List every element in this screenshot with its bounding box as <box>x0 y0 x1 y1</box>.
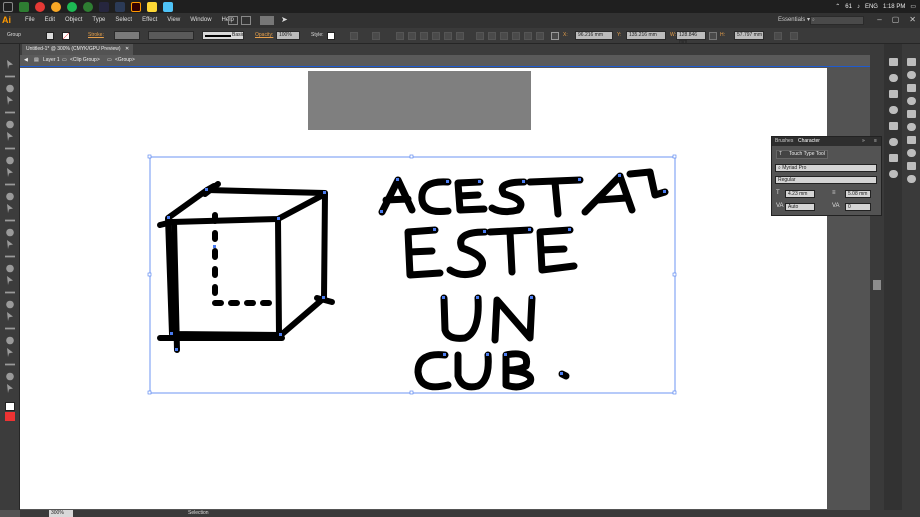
graphic-styles-icon[interactable] <box>907 175 916 183</box>
hand-drawn-cube <box>157 181 335 353</box>
stroke-icon[interactable] <box>889 154 898 162</box>
search-icon: ⌕ <box>778 165 781 171</box>
font-family-value: Myriad Pro <box>782 165 807 171</box>
tab-character[interactable]: Character <box>798 138 820 144</box>
tab-brushes[interactable]: Brushes <box>775 138 793 144</box>
layers-icon[interactable] <box>907 71 916 79</box>
tracking-icon: VA <box>832 203 840 209</box>
status-bar: 300% Selection <box>20 510 920 517</box>
font-family-field[interactable]: ⌕ Myriad Pro <box>775 164 877 172</box>
tracking-field[interactable]: 0 <box>845 203 871 211</box>
touch-type-icon: T <box>779 151 783 157</box>
panel-menu-icon[interactable]: ≡ <box>874 138 877 144</box>
swatches-icon[interactable] <box>889 106 898 114</box>
current-tool-status[interactable]: Selection <box>188 510 209 517</box>
gradient-icon[interactable] <box>907 149 916 157</box>
brushes-icon[interactable] <box>889 122 898 130</box>
libraries-icon[interactable] <box>889 58 898 66</box>
panel-tab-bar: Brushes Character » ≡ <box>772 137 881 146</box>
character-panel: Brushes Character » ≡ T Touch Type Tool … <box>771 136 882 216</box>
artboards-icon[interactable] <box>907 84 916 92</box>
transparency-icon[interactable] <box>907 136 916 144</box>
scrollbar-thumb[interactable] <box>873 280 881 290</box>
collapse-panel-icon[interactable]: » <box>862 138 865 144</box>
font-size-field[interactable]: 4.23 mm <box>785 190 815 198</box>
touch-type-tool-button[interactable]: T Touch Type Tool <box>776 150 828 159</box>
vertical-scrollbar[interactable] <box>870 44 884 510</box>
appearance-icon[interactable] <box>907 162 916 170</box>
hand-lettering <box>378 168 669 391</box>
symbols-icon[interactable] <box>889 138 898 146</box>
color-guide-icon[interactable] <box>889 90 898 98</box>
leading-field[interactable]: 5.08 mm <box>845 190 871 198</box>
zoom-level-field[interactable]: 300% <box>49 510 73 517</box>
leading-icon: ≡ <box>832 190 836 196</box>
font-style-field[interactable]: Regular <box>775 176 877 184</box>
transform-icon[interactable] <box>907 97 916 105</box>
align-icon[interactable] <box>907 110 916 118</box>
kerning-field[interactable]: Auto <box>785 203 815 211</box>
touch-type-label: Touch Type Tool <box>789 151 825 157</box>
character-icon[interactable] <box>889 170 898 178</box>
font-size-icon: T <box>776 190 780 196</box>
kerning-icon: VA <box>776 203 784 209</box>
properties-icon[interactable] <box>907 58 916 66</box>
color-icon[interactable] <box>889 74 898 82</box>
artwork-layer <box>147 154 677 395</box>
pathfinder-icon[interactable] <box>907 123 916 131</box>
